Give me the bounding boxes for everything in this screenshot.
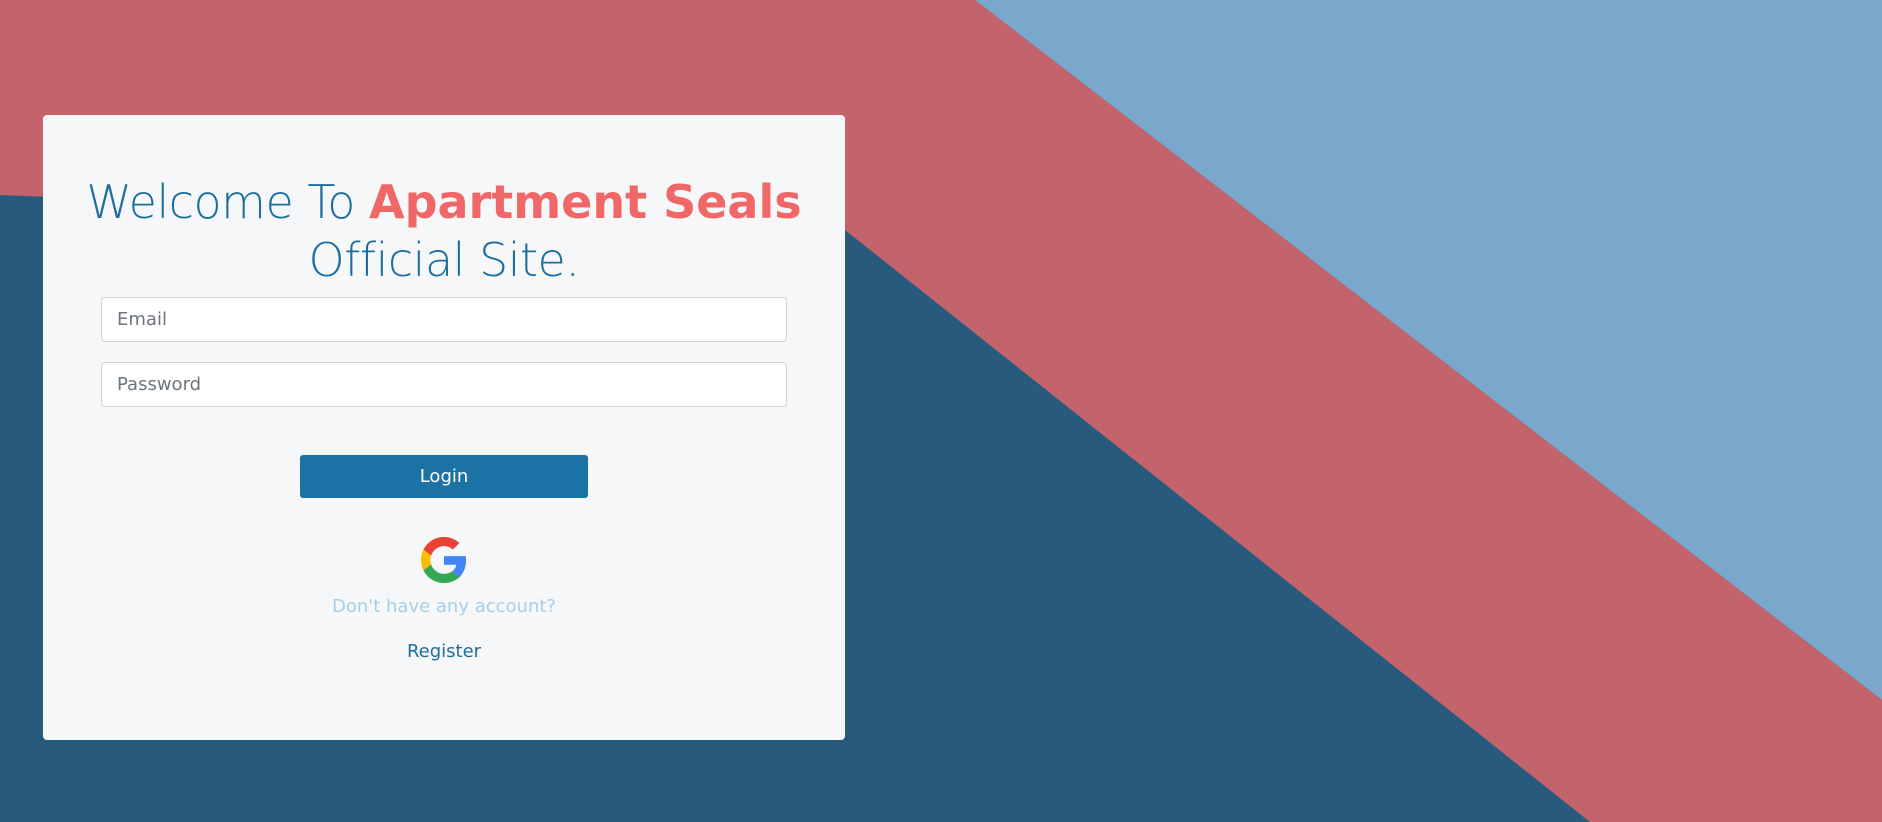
password-field[interactable]: [101, 362, 787, 407]
login-card: Welcome To Apartment Seals Official Site.…: [43, 115, 845, 740]
heading-prefix: Welcome To: [86, 175, 369, 229]
brand-name: Apartment Seals: [368, 175, 802, 229]
google-icon[interactable]: [421, 537, 467, 583]
login-button[interactable]: Login: [300, 455, 588, 498]
welcome-heading: Welcome To Apartment Seals Official Site.: [43, 173, 845, 289]
no-account-prompt: Don't have any account?: [332, 596, 556, 617]
login-page: Welcome To Apartment Seals Official Site.…: [0, 0, 1882, 822]
email-field[interactable]: [101, 297, 787, 342]
register-link[interactable]: Register: [43, 641, 845, 662]
heading-suffix: Official Site.: [308, 233, 580, 287]
